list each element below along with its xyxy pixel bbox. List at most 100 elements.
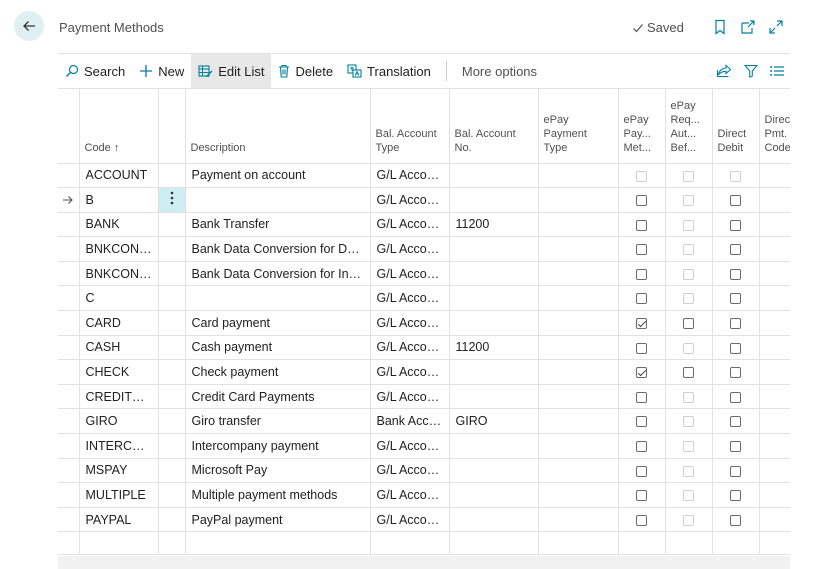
- epay-payment-type-cell[interactable]: [538, 458, 619, 484]
- epay-pay-method-checkbox[interactable]: [636, 416, 647, 428]
- direct-debit-checkbox[interactable]: [730, 391, 741, 403]
- bal-account-type-cell[interactable]: G/L Account: [370, 384, 450, 410]
- bal-account-no-cell[interactable]: [449, 359, 539, 385]
- epay-payment-type-cell[interactable]: [538, 236, 619, 262]
- column-header-code[interactable]: Code ↑: [79, 89, 159, 164]
- bal-account-type-cell[interactable]: G/L Account: [370, 433, 450, 459]
- direct-debit-checkbox[interactable]: [730, 490, 741, 502]
- share-icon[interactable]: [716, 64, 732, 78]
- description-cell[interactable]: Bank Data Conversion for Do...: [185, 236, 371, 262]
- description-cell[interactable]: Credit Card Payments: [185, 384, 371, 410]
- direct-debit-checkbox[interactable]: [730, 514, 741, 526]
- empty-cell[interactable]: [449, 531, 539, 556]
- code-cell[interactable]: INTERCOM: [79, 433, 159, 459]
- bal-account-type-cell[interactable]: G/L Account: [370, 482, 450, 508]
- epay-pay-method-checkbox[interactable]: [636, 268, 647, 280]
- bal-account-type-cell[interactable]: G/L Account: [370, 212, 450, 238]
- delete-button[interactable]: Delete: [271, 54, 340, 88]
- direct-pmt-code-cell[interactable]: [759, 359, 790, 385]
- open-new-window-icon[interactable]: [739, 18, 757, 36]
- epay-pay-method-checkbox[interactable]: [636, 244, 647, 256]
- direct-pmt-code-cell[interactable]: [759, 335, 790, 361]
- epay-payment-type-cell[interactable]: [538, 261, 619, 287]
- bal-account-type-cell[interactable]: G/L Account: [370, 458, 450, 484]
- empty-cell[interactable]: [712, 531, 760, 556]
- direct-pmt-code-cell[interactable]: [759, 458, 790, 484]
- bookmark-icon[interactable]: [711, 18, 729, 36]
- empty-cell[interactable]: [618, 531, 666, 556]
- table-row[interactable]: BNKCONV... Bank Data Conversion for Do...…: [58, 236, 790, 262]
- table-row[interactable]: C G/L Account: [58, 285, 790, 312]
- epay-pay-method-checkbox[interactable]: [636, 293, 647, 305]
- epay-pay-method-checkbox[interactable]: [636, 342, 647, 354]
- empty-cell[interactable]: [79, 531, 159, 556]
- direct-debit-checkbox[interactable]: [730, 268, 741, 280]
- direct-pmt-code-cell[interactable]: [759, 408, 790, 435]
- filter-icon[interactable]: [744, 64, 758, 78]
- more-options-button[interactable]: More options: [455, 54, 544, 88]
- code-cell[interactable]: CASH: [79, 335, 159, 361]
- direct-pmt-code-cell[interactable]: [759, 433, 790, 459]
- table-row[interactable]: MSPAY Microsoft Pay G/L Account: [58, 458, 790, 484]
- epay-pay-method-checkbox[interactable]: [636, 490, 647, 502]
- epay-pay-method-checkbox[interactable]: [636, 367, 647, 379]
- bal-account-no-cell[interactable]: 11200: [449, 335, 539, 361]
- search-button[interactable]: Search: [58, 54, 132, 88]
- code-cell[interactable]: GIRO: [79, 408, 159, 435]
- description-cell[interactable]: [185, 187, 371, 213]
- code-cell[interactable]: MULTIPLE: [79, 482, 159, 508]
- direct-pmt-code-cell[interactable]: [759, 310, 790, 336]
- bal-account-type-cell[interactable]: G/L Account: [370, 285, 450, 312]
- bal-account-type-cell[interactable]: G/L Account: [370, 236, 450, 262]
- list-view-icon[interactable]: [770, 65, 784, 77]
- description-cell[interactable]: Payment on account: [185, 163, 371, 189]
- column-header-description[interactable]: Description: [185, 89, 371, 164]
- description-cell[interactable]: Cash payment: [185, 335, 371, 361]
- column-header-bal-account-no[interactable]: Bal. Account No.: [449, 89, 539, 164]
- epay-pay-method-checkbox[interactable]: [636, 441, 647, 453]
- direct-debit-checkbox[interactable]: [730, 342, 741, 354]
- description-cell[interactable]: Microsoft Pay: [185, 458, 371, 484]
- direct-debit-checkbox[interactable]: [730, 367, 741, 379]
- direct-pmt-code-cell[interactable]: [759, 163, 790, 189]
- code-cell[interactable]: BNKCONV...: [79, 236, 159, 262]
- direct-pmt-code-cell[interactable]: [759, 236, 790, 262]
- column-header-epay-pay-method[interactable]: ePay Pay... Met...: [618, 89, 666, 164]
- epay-req-auth-checkbox[interactable]: [683, 367, 694, 379]
- bal-account-type-cell[interactable]: G/L Account: [370, 261, 450, 287]
- epay-payment-type-cell[interactable]: [538, 335, 619, 361]
- direct-debit-checkbox[interactable]: [730, 416, 741, 428]
- bal-account-no-cell[interactable]: [449, 458, 539, 484]
- code-cell[interactable]: MSPAY: [79, 458, 159, 484]
- epay-payment-type-cell[interactable]: [538, 359, 619, 385]
- bal-account-no-cell[interactable]: GIRO: [449, 408, 539, 435]
- code-cell[interactable]: BANK: [79, 212, 159, 238]
- empty-cell[interactable]: [538, 531, 619, 556]
- empty-cell[interactable]: [370, 531, 450, 556]
- table-row[interactable]: MULTIPLE Multiple payment methods G/L Acco…: [58, 482, 790, 508]
- epay-payment-type-cell[interactable]: [538, 212, 619, 238]
- table-row[interactable]: CASH Cash payment G/L Account 11200: [58, 335, 790, 361]
- table-row[interactable]: ACCOUNT Payment on account G/L Account: [58, 163, 790, 189]
- direct-pmt-code-cell[interactable]: [759, 482, 790, 508]
- bal-account-no-cell[interactable]: [449, 482, 539, 508]
- description-cell[interactable]: Check payment: [185, 359, 371, 385]
- row-menu-icon[interactable]: [158, 187, 186, 213]
- table-row[interactable]: B G/L Account: [58, 187, 790, 213]
- column-header-epay-req-auth[interactable]: ePay Req... Aut... Bef...: [665, 89, 713, 164]
- description-cell[interactable]: Intercompany payment: [185, 433, 371, 459]
- bal-account-type-cell[interactable]: G/L Account: [370, 359, 450, 385]
- column-header-epay-payment-type[interactable]: ePay Payment Type: [538, 89, 619, 164]
- bal-account-type-cell[interactable]: G/L Account: [370, 335, 450, 361]
- translation-button[interactable]: Translation: [340, 54, 438, 88]
- edit-list-button[interactable]: Edit List: [191, 54, 272, 88]
- code-cell[interactable]: ACCOUNT: [79, 163, 159, 189]
- empty-cell[interactable]: [665, 531, 713, 556]
- new-button[interactable]: New: [132, 54, 191, 88]
- epay-payment-type-cell[interactable]: [538, 285, 619, 312]
- direct-pmt-code-cell[interactable]: [759, 384, 790, 410]
- direct-pmt-code-cell[interactable]: [759, 507, 790, 533]
- column-header-bal-account-type[interactable]: Bal. Account Type: [370, 89, 450, 164]
- epay-pay-method-checkbox[interactable]: [636, 318, 647, 330]
- empty-cell[interactable]: [185, 531, 371, 556]
